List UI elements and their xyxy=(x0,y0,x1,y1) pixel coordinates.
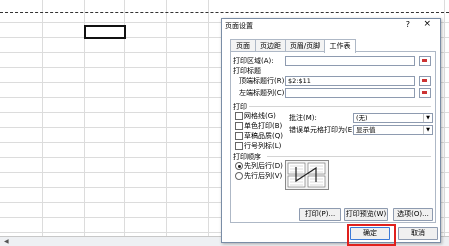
chevron-down-icon: ▼ xyxy=(423,114,432,122)
dialog-title: 页面设置 xyxy=(225,22,253,30)
black-white-label: 单色打印(B) xyxy=(244,122,283,130)
tab-sheet[interactable]: 工作表 xyxy=(324,39,356,53)
cell-errors-value: 显示值 xyxy=(356,126,376,134)
sheet-tab-panel: 打印区域(A): 打印标题 顶端标题行(R): $2:$11 左端标题列(C):… xyxy=(230,51,436,223)
page-order-preview-icon xyxy=(285,160,329,190)
left-cols-collapse-icon[interactable] xyxy=(419,88,431,98)
ok-button-highlight xyxy=(347,224,396,246)
row-col-headings-checkbox[interactable] xyxy=(235,142,243,150)
left-cols-input[interactable] xyxy=(285,88,415,98)
down-then-over-label: 先列后行(D) xyxy=(244,162,283,170)
cell-errors-label: 错误单元格打印为(E): xyxy=(289,126,358,134)
active-cell[interactable] xyxy=(84,25,126,39)
help-icon[interactable]: ? xyxy=(406,20,410,29)
cancel-button[interactable]: 取消 xyxy=(398,227,438,240)
print-button[interactable]: 打印(P)... xyxy=(299,208,341,221)
comments-value: (无) xyxy=(356,114,368,122)
cell-errors-select[interactable]: 显示值 ▼ xyxy=(353,125,433,135)
gridlines-checkbox[interactable] xyxy=(235,112,243,120)
comments-select[interactable]: (无) ▼ xyxy=(353,113,433,123)
over-then-down-radio[interactable] xyxy=(235,172,243,180)
row-col-headings-label: 行号列标(L) xyxy=(244,142,282,150)
print-titles-label: 打印标题 xyxy=(233,67,261,75)
scroll-left-icon[interactable]: ◀ xyxy=(4,238,9,245)
down-then-over-radio[interactable] xyxy=(235,162,243,170)
gridlines-label: 网格线(G) xyxy=(244,112,276,120)
print-area-collapse-icon[interactable] xyxy=(419,56,431,66)
draft-quality-checkbox[interactable] xyxy=(235,132,243,140)
comments-label: 批注(M): xyxy=(289,114,317,122)
options-button[interactable]: 选项(O)... xyxy=(393,208,433,221)
left-cols-label: 左端标题列(C): xyxy=(239,89,287,97)
page-break-line xyxy=(0,12,449,13)
top-rows-label: 顶端标题行(R): xyxy=(239,77,287,85)
dialog-titlebar[interactable]: 页面设置 ? × xyxy=(222,19,440,31)
page-setup-dialog: 页面设置 ? × 页面 页边距 页眉/页脚 工作表 打印区域(A): 打印标题 … xyxy=(221,18,441,246)
top-rows-input[interactable]: $2:$11 xyxy=(285,76,415,86)
print-area-label: 打印区域(A): xyxy=(233,57,274,65)
black-white-checkbox[interactable] xyxy=(235,122,243,130)
close-icon[interactable]: × xyxy=(423,19,431,29)
draft-quality-label: 草稿品质(Q) xyxy=(244,132,283,140)
top-rows-collapse-icon[interactable] xyxy=(419,76,431,86)
print-preview-button[interactable]: 打印预览(W) xyxy=(344,208,388,221)
over-then-down-label: 先行后列(V) xyxy=(244,172,283,180)
chevron-down-icon: ▼ xyxy=(423,126,432,134)
print-area-input[interactable] xyxy=(285,56,415,66)
